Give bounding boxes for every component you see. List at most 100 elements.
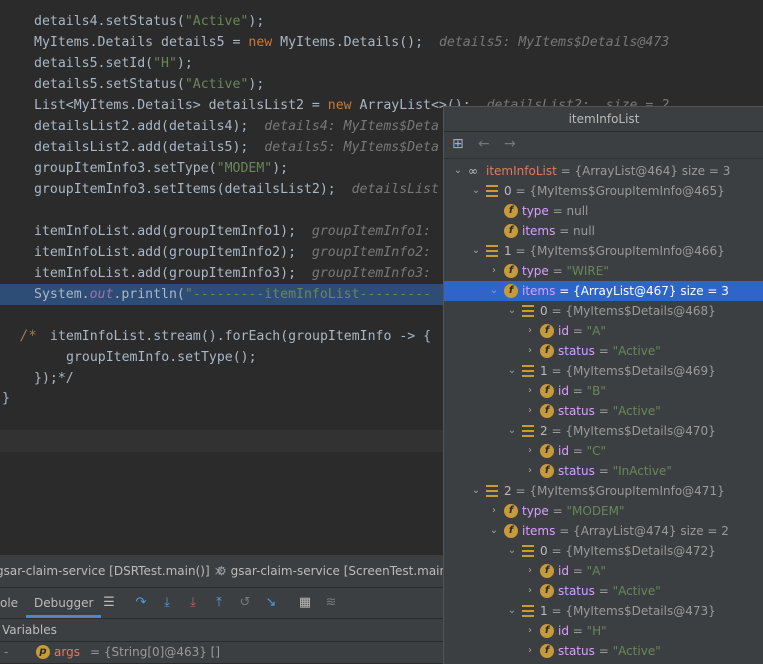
list-element-icon xyxy=(486,485,498,497)
chevron-right-icon[interactable]: › xyxy=(524,441,536,461)
tree-node-1[interactable]: ⌄ 1 = {MyItems$Details@473} xyxy=(444,601,763,621)
chevron-right-icon[interactable]: › xyxy=(524,561,536,581)
evaluate-expression-icon[interactable]: ▦ xyxy=(296,594,314,612)
field-icon: f xyxy=(540,624,554,638)
trace-icon[interactable]: ≋ xyxy=(322,594,340,612)
drop-frame-icon[interactable]: ↺ xyxy=(236,594,254,612)
tree-node-status[interactable]: › f status = "Active" xyxy=(444,581,763,601)
tree-node-items[interactable]: f items = null xyxy=(444,221,763,241)
popup-title: itemInfoList xyxy=(444,107,763,132)
watch-icon: ∞ xyxy=(468,164,478,178)
tree-node-items[interactable]: ⌄ f items = {ArrayList@474} size = 2 xyxy=(444,521,763,541)
step-out-icon[interactable]: ⤒ xyxy=(210,594,228,612)
tree-node-value: = xyxy=(552,264,567,278)
tree-node-id[interactable]: › f id = "H" xyxy=(444,621,763,641)
chevron-down-icon[interactable]: ⌄ xyxy=(488,281,500,301)
tree-node-id[interactable]: › f id = "C" xyxy=(444,441,763,461)
tree-node-value: = {MyItems$Details@472} xyxy=(551,544,716,558)
session-tab-label: gsar-claim-service [DSRTest.main()] xyxy=(0,564,210,578)
tab-console[interactable]: ole xyxy=(0,588,18,618)
session-tab-screentest[interactable]: ⚙ gsar-claim-service [ScreenTest.main()]… xyxy=(216,555,475,587)
forward-arrow-icon[interactable]: → xyxy=(504,136,516,152)
list-element-icon xyxy=(522,365,534,377)
layout-icon[interactable]: ☰ xyxy=(100,594,118,612)
chevron-down-icon[interactable]: ⌄ xyxy=(452,161,464,181)
tree-node-value: = xyxy=(572,324,587,338)
variable-inspector-popup: itemInfoList ⊞ ← → ⌄ ∞ itemInfoList = {Arr… xyxy=(443,106,763,664)
chevron-down-icon[interactable]: ⌄ xyxy=(506,601,518,621)
tree-node-name: status xyxy=(558,344,599,358)
chevron-right-icon[interactable]: › xyxy=(524,461,536,481)
tree-node-name: 1 xyxy=(540,364,552,378)
chevron-down-icon[interactable]: ⌄ xyxy=(506,301,518,321)
chevron-right-icon[interactable]: › xyxy=(524,341,536,361)
tree-node-type[interactable]: › f type = "WIRE" xyxy=(444,261,763,281)
tree-node-2[interactable]: ⌄ 2 = {MyItems$Details@470} xyxy=(444,421,763,441)
tree-node-value: = {MyItems$Details@469} xyxy=(551,364,716,378)
session-tab-dsrtest[interactable]: gsar-claim-service [DSRTest.main()] × xyxy=(0,555,224,587)
tree-node-0[interactable]: ⌄ 0 = {MyItems$GroupItemInfo@465} xyxy=(444,181,763,201)
debugger-toolbar: ole Debugger ☰ ↷ ⤓ ⤓ ⤒ ↺ ↘ ▦ ≋ xyxy=(0,588,443,619)
tree-node-id[interactable]: › f id = "B" xyxy=(444,381,763,401)
chevron-down-icon[interactable]: ⌄ xyxy=(470,181,482,201)
chevron-down-icon[interactable]: ⌄ xyxy=(470,241,482,261)
chevron-right-icon[interactable]: › xyxy=(524,581,536,601)
tree-node-value: = {MyItems$Details@468} xyxy=(551,304,716,318)
chevron-down-icon[interactable]: ⌄ xyxy=(506,541,518,561)
tree-node-items[interactable]: ⌄ f items = {ArrayList@467} size = 3 xyxy=(444,281,763,301)
tree-node-id[interactable]: › f id = "A" xyxy=(444,561,763,581)
chevron-right-icon[interactable]: › xyxy=(524,381,536,401)
comment-fold-icon[interactable]: /* xyxy=(20,328,37,344)
tree-node-itemInfoList[interactable]: ⌄ ∞ itemInfoList = {ArrayList@464} size = … xyxy=(444,161,763,181)
tree-node-0[interactable]: ⌄ 0 = {MyItems$Details@468} xyxy=(444,301,763,321)
code-line: groupItemInfo.setType(); xyxy=(66,350,257,365)
tab-debugger[interactable]: Debugger xyxy=(26,588,102,618)
chevron-down-icon[interactable]: ⌄ xyxy=(470,481,482,501)
variable-row-args[interactable]: - p args = {String[0]@463} [] xyxy=(0,642,443,663)
tree-node-label: status = "Active" xyxy=(558,641,661,661)
chevron-right-icon[interactable]: › xyxy=(524,321,536,341)
tree-node-string-value: "Active" xyxy=(612,644,661,658)
tree-node-type[interactable]: f type = null xyxy=(444,201,763,221)
tree-node-status[interactable]: › f status = "Active" xyxy=(444,641,763,661)
tree-node-value: = xyxy=(598,344,613,358)
show-tree-icon[interactable]: ⊞ xyxy=(452,136,464,152)
chevron-down-icon[interactable]: ⌄ xyxy=(506,361,518,381)
tree-node-label: items = {ArrayList@474} size = 2 xyxy=(522,521,729,541)
force-step-into-icon[interactable]: ⤓ xyxy=(184,594,202,612)
chevron-right-icon[interactable]: › xyxy=(488,261,500,281)
variable-tree[interactable]: ⌄ ∞ itemInfoList = {ArrayList@464} size = … xyxy=(444,159,763,664)
chevron-right-icon[interactable]: › xyxy=(524,401,536,421)
tree-node-label: itemInfoList = {ArrayList@464} size = 3 xyxy=(486,161,730,181)
tree-node-status[interactable]: › f status = "Active" xyxy=(444,341,763,361)
tree-node-2[interactable]: ⌄ 2 = {MyItems$GroupItemInfo@471} xyxy=(444,481,763,501)
back-arrow-icon[interactable]: ← xyxy=(478,136,490,152)
chevron-right-icon[interactable]: › xyxy=(524,621,536,641)
tree-node-0[interactable]: ⌄ 0 = {MyItems$Details@472} xyxy=(444,541,763,561)
list-element-icon xyxy=(522,545,534,557)
step-over-icon[interactable]: ↷ xyxy=(132,594,150,612)
tree-node-value: = xyxy=(598,404,613,418)
tree-node-value: = xyxy=(598,464,613,478)
tree-node-value: = xyxy=(572,624,587,638)
chevron-right-icon[interactable]: › xyxy=(488,501,500,521)
chevron-down-icon[interactable]: ⌄ xyxy=(506,421,518,441)
tree-node-name: type xyxy=(522,264,553,278)
tree-node-id[interactable]: › f id = "A" xyxy=(444,321,763,341)
step-into-icon[interactable]: ⤓ xyxy=(158,594,176,612)
tree-node-name: type xyxy=(522,204,553,218)
tree-node-value: = null xyxy=(559,224,595,238)
tree-node-label: 1 = {MyItems$Details@469} xyxy=(540,361,716,381)
chevron-down-icon[interactable]: ⌄ xyxy=(488,521,500,541)
chevron-right-icon[interactable]: › xyxy=(524,641,536,661)
tree-node-string-value: "InActive" xyxy=(612,464,672,478)
tree-node-1[interactable]: ⌄ 1 = {MyItems$Details@469} xyxy=(444,361,763,381)
tree-node-status[interactable]: › f status = "InActive" xyxy=(444,461,763,481)
tree-node-string-value: "MODEM" xyxy=(566,504,625,518)
list-element-icon xyxy=(522,605,534,617)
tree-node-1[interactable]: ⌄ 1 = {MyItems$GroupItemInfo@466} xyxy=(444,241,763,261)
tree-node-status[interactable]: › f status = "Active" xyxy=(444,401,763,421)
run-to-cursor-icon[interactable]: ↘ xyxy=(262,594,280,612)
tree-node-type[interactable]: › f type = "MODEM" xyxy=(444,501,763,521)
tree-node-label: items = null xyxy=(522,221,595,241)
